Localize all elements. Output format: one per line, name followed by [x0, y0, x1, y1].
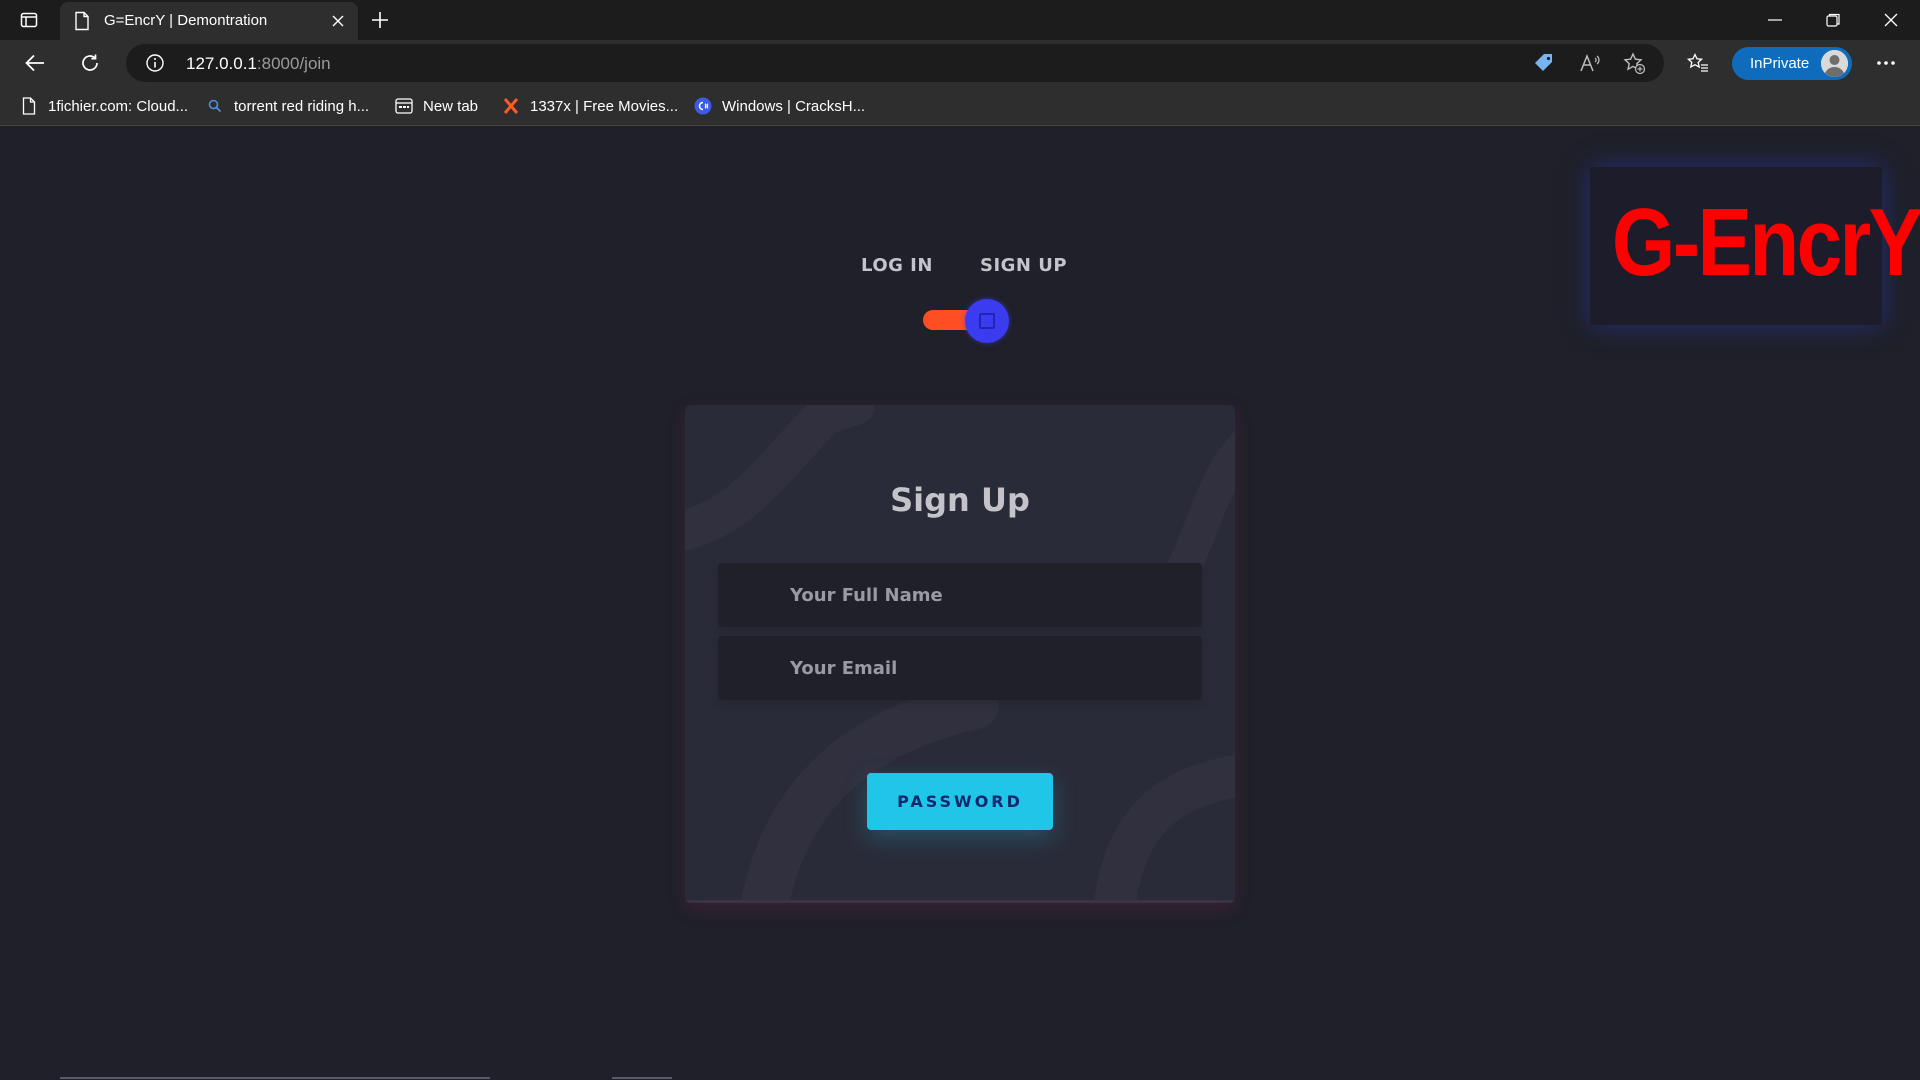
bookmark-label: New tab — [423, 97, 479, 115]
bookmark-1337x[interactable]: 1337x | Free Movies... — [502, 95, 678, 117]
signup-toggle-label[interactable]: SIGN UP — [980, 255, 1067, 276]
inprivate-button[interactable]: InPrivate — [1732, 47, 1852, 80]
url-text[interactable]: 127.0.0.1:8000/join — [186, 54, 331, 74]
add-favorite-icon[interactable] — [1622, 52, 1646, 74]
new-tab-button[interactable] — [368, 8, 392, 32]
login-toggle-label[interactable]: LOG IN — [861, 255, 933, 276]
bookmark-label: torrent red riding h... — [234, 97, 370, 115]
browser-toolbar: 127.0.0.1:8000/join InPrivate — [0, 40, 1920, 86]
tab-actions-icon[interactable] — [18, 9, 40, 31]
window-close-icon[interactable] — [1868, 6, 1914, 34]
browser-tab-bar: G=EncrY | Demontration — [0, 0, 1920, 40]
square-icon — [979, 313, 995, 329]
signup-card: Sign Up PASSWORD — [685, 405, 1235, 903]
tab-title: G=EncrY | Demontration — [104, 12, 268, 29]
url-path: :8000/join — [256, 54, 331, 73]
shopping-tag-icon[interactable] — [1532, 52, 1556, 74]
logo: G-EncrY — [1590, 167, 1920, 325]
scroll-indicator — [612, 1077, 672, 1079]
login-signup-switch[interactable] — [923, 299, 1009, 343]
form-title: Sign Up — [890, 481, 1030, 519]
minimize-icon[interactable] — [1752, 6, 1798, 34]
email-field[interactable] — [718, 636, 1202, 700]
restore-icon[interactable] — [1810, 6, 1856, 34]
back-arrow-icon[interactable] — [21, 49, 49, 77]
favorites-icon[interactable] — [1686, 52, 1710, 74]
logo-text: G-EncrY — [1611, 189, 1920, 296]
bookmark-torrent-search[interactable]: torrent red riding h... — [206, 95, 369, 117]
avatar — [1821, 50, 1848, 77]
inprivate-label: InPrivate — [1750, 55, 1810, 72]
search-icon — [206, 97, 224, 115]
bookmark-1fichier[interactable]: 1fichier.com: Cloud... — [20, 95, 188, 117]
email-input[interactable] — [718, 636, 1202, 700]
more-options-icon[interactable] — [1874, 52, 1898, 74]
address-bar[interactable]: 127.0.0.1:8000/join — [126, 44, 1664, 82]
full-name-input[interactable] — [718, 563, 1202, 627]
full-name-field[interactable] — [718, 563, 1202, 627]
page-icon — [74, 11, 90, 31]
bookmarks-bar: 1fichier.com: Cloud... torrent red ridin… — [0, 86, 1920, 126]
url-host: 127.0.0.1 — [186, 54, 257, 73]
page-content: LOG IN SIGN UP G-EncrY Sign Up PASSWORD — [0, 127, 1920, 1080]
csharp-logo-icon — [694, 97, 712, 115]
bookmark-label: 1337x | Free Movies... — [530, 97, 679, 115]
password-button[interactable]: PASSWORD — [867, 773, 1053, 830]
close-icon[interactable] — [328, 11, 348, 31]
bookmark-crackshash[interactable]: Windows | CracksH... — [694, 95, 865, 117]
active-tab[interactable]: G=EncrY | Demontration — [60, 2, 358, 40]
switch-knob[interactable] — [965, 299, 1009, 343]
refresh-icon[interactable] — [76, 49, 104, 77]
page-icon — [20, 97, 38, 115]
bookmark-new-tab[interactable]: New tab — [395, 95, 478, 117]
card-divider — [685, 900, 1235, 903]
x-logo-icon — [502, 97, 520, 115]
read-aloud-icon[interactable] — [1578, 52, 1602, 74]
info-icon[interactable] — [146, 54, 164, 72]
bookmark-label: 1fichier.com: Cloud... — [48, 97, 189, 115]
new-tab-icon — [395, 97, 413, 115]
scroll-indicator — [60, 1077, 490, 1079]
bookmark-label: Windows | CracksH... — [722, 97, 866, 115]
